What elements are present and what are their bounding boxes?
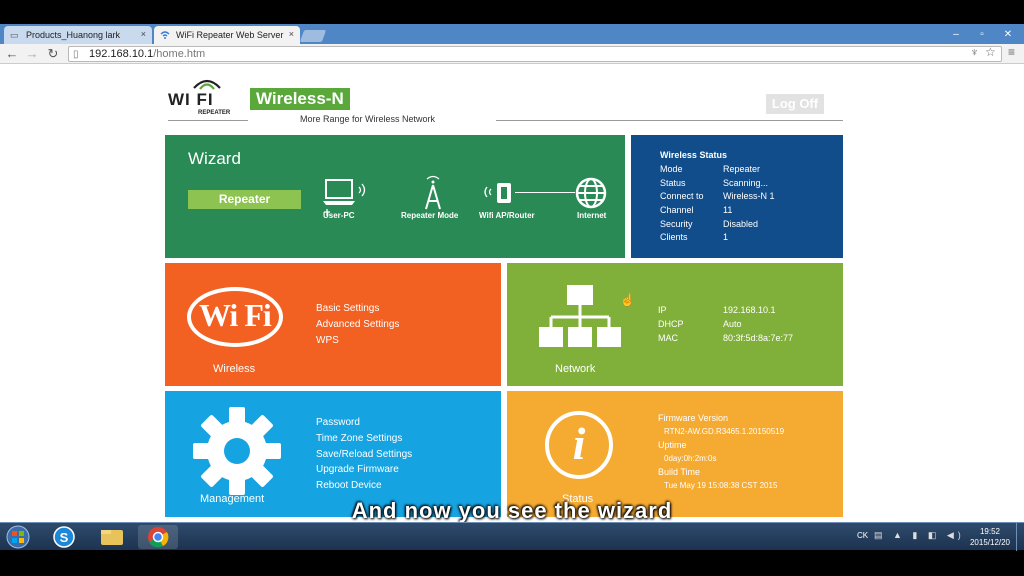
diagram-label: Internet	[577, 211, 607, 220]
start-button-icon[interactable]	[2, 525, 34, 549]
network-topology-icon	[539, 285, 621, 347]
bookmark-star-icon[interactable]: ☆	[985, 45, 996, 59]
wifi-favicon-icon	[160, 30, 170, 40]
logo-subtext: REPEATER	[198, 110, 231, 116]
tab-label: WiFi Repeater Web Server	[176, 30, 284, 40]
tagline: More Range for Wireless Network	[300, 114, 436, 124]
logoff-button[interactable]: Log Off	[766, 94, 824, 114]
diagram-label: User-PC	[323, 211, 355, 220]
maximize-button[interactable]: ▫	[970, 28, 994, 42]
close-window-button[interactable]: ✕	[996, 28, 1020, 42]
wireless-tile[interactable]: Wi Fi Wireless Basic Settings Advanced S…	[165, 263, 501, 386]
brand-badge: Wireless-N	[250, 88, 350, 110]
diagram-label: Repeater Mode	[401, 211, 459, 220]
build-time-label: Build Time	[658, 467, 701, 477]
firmware-version-value: RTN2-AW.GD.R3465.1.20150519	[664, 427, 785, 436]
repeater-tower-icon	[425, 175, 441, 210]
build-time-value: Tue May 19 15:08:38 CST 2015	[664, 481, 778, 490]
windows-taskbar: S CK ▤ ▲ ▮ ◧ ◀) 19:52 2015/12/20	[0, 522, 1024, 551]
network-caption: Network	[555, 363, 596, 375]
basic-settings-link[interactable]: Basic Settings	[316, 303, 379, 314]
minimize-button[interactable]: –	[944, 28, 968, 42]
connection-line	[515, 192, 575, 193]
svg-text:S: S	[60, 530, 69, 545]
tab-label: Products_Huanong lark	[26, 30, 121, 40]
wifi-logo-icon: Wi Fi	[187, 287, 283, 347]
repeater-button[interactable]: Repeater	[188, 190, 301, 209]
show-desktop-button[interactable]	[1016, 523, 1024, 551]
screen: ▭ Products_Huanong lark × WiFi Repeater …	[0, 0, 1024, 576]
upgrade-firmware-link[interactable]: Upgrade Firmware	[316, 464, 399, 475]
address-bar[interactable]: ▯ 192.168.10.1/home.htm	[68, 46, 1002, 62]
extension-icon[interactable]: ♆	[970, 45, 979, 59]
uptime-label: Uptime	[658, 440, 687, 450]
wifi-repeater-logo: WI FI REPEATER	[168, 74, 248, 120]
cursor-pointer-icon: ☝	[620, 293, 635, 307]
tray-icons[interactable]: ▤ ▲ ▮ ◧ ◀)	[874, 530, 965, 541]
diagram-label: Wifi AP/Router	[479, 211, 535, 220]
uptime-value: 0day:0h:2m:0s	[664, 454, 717, 463]
browser-toolbar: ← → ↻ ▯ 192.168.10.1/home.htm ♆ ☆ ≡	[0, 44, 1024, 64]
advanced-settings-link[interactable]: Advanced Settings	[316, 319, 399, 330]
wireless-caption: Wireless	[213, 363, 256, 375]
wps-link[interactable]: WPS	[316, 335, 339, 346]
network-tile[interactable]: Network ☝ IP 192.168.10.1 DHCP Auto MAC 80:…	[507, 263, 843, 386]
password-link[interactable]: Password	[316, 417, 360, 428]
logo-text: WI FI	[168, 90, 214, 109]
menu-icon[interactable]: ≡	[1008, 45, 1015, 59]
wireless-status-title: Wireless Status	[660, 150, 727, 160]
file-explorer-icon[interactable]	[92, 525, 132, 549]
input-language-indicator[interactable]: CK	[857, 531, 868, 540]
url-path: /home.htm	[153, 48, 206, 60]
page-icon: ▯	[73, 49, 79, 60]
close-tab-icon[interactable]: ×	[141, 29, 146, 39]
router-web-page: WI FI REPEATER Wireless-N More Range for…	[0, 64, 1024, 523]
firmware-version-label: Firmware Version	[658, 413, 729, 423]
reboot-device-link[interactable]: Reboot Device	[316, 480, 382, 491]
time-zone-settings-link[interactable]: Time Zone Settings	[316, 433, 402, 444]
browser-tab-bar: ▭ Products_Huanong lark × WiFi Repeater …	[0, 24, 1024, 44]
info-icon: i	[545, 411, 613, 479]
save-reload-settings-link[interactable]: Save/Reload Settings	[316, 449, 412, 460]
globe-icon	[575, 177, 607, 209]
header-divider	[168, 120, 248, 121]
tab-wifi-repeater[interactable]: WiFi Repeater Web Server ×	[154, 26, 300, 44]
close-tab-icon[interactable]: ×	[289, 29, 294, 39]
page-icon: ▭	[10, 30, 19, 40]
video-subtitle: And now you see the wizard	[351, 498, 673, 523]
new-tab-button[interactable]	[299, 30, 327, 42]
wireless-status-tile: Wireless Status Mode Repeater Status Scann…	[631, 135, 843, 258]
clock-date[interactable]: 2015/12/20	[962, 538, 1018, 547]
reload-icon[interactable]: ↻	[45, 46, 61, 62]
wifi-arcs-icon	[193, 79, 221, 90]
url-host: 192.168.10.1	[89, 48, 154, 60]
wizard-title: Wizard	[188, 149, 241, 168]
chrome-icon[interactable]	[138, 525, 178, 549]
router-icon	[484, 183, 511, 203]
header-divider	[496, 120, 843, 121]
back-arrow-icon[interactable]: ←	[4, 46, 20, 62]
clock-time[interactable]: 19:52	[968, 527, 1012, 536]
wizard-tile[interactable]: Wizard Repeater User-PC Repeater Mode Wi…	[165, 135, 625, 258]
forward-arrow-icon[interactable]: →	[24, 46, 40, 62]
tab-products[interactable]: ▭ Products_Huanong lark ×	[4, 26, 152, 44]
gear-icon	[193, 407, 281, 495]
app-s-icon[interactable]: S	[44, 525, 84, 549]
